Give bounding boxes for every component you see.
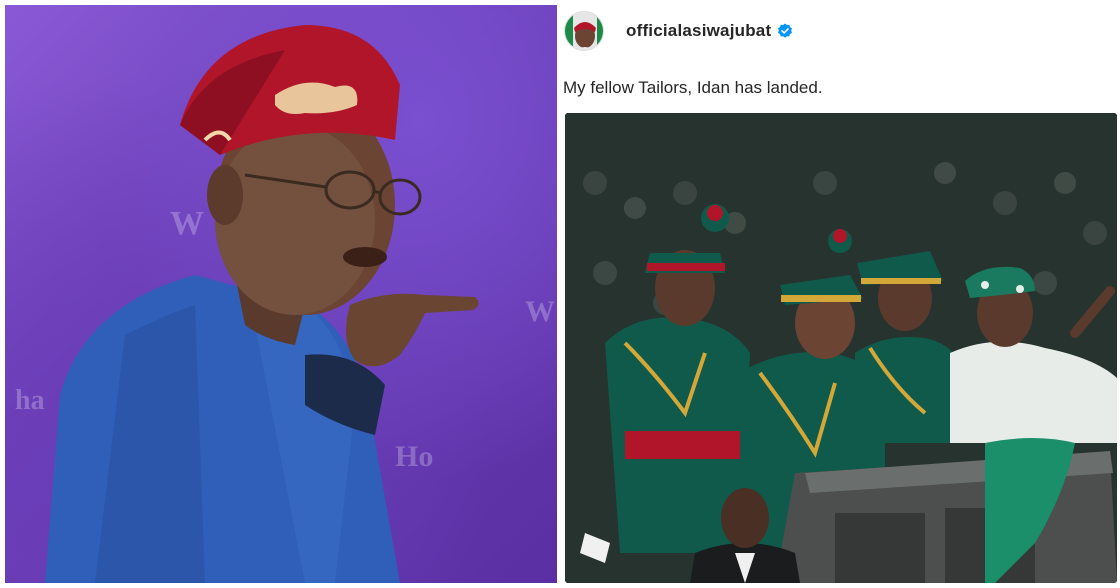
social-post: officialasiwajubat My fellow Tailors, Id… <box>560 0 1120 588</box>
portrait-photo: W ha Ho W <box>5 5 557 583</box>
avatar-image <box>565 12 603 50</box>
post-header: officialasiwajubat <box>564 8 1104 54</box>
post-caption: My fellow Tailors, Idan has landed. <box>563 78 823 97</box>
username[interactable]: officialasiwajubat <box>626 21 771 41</box>
post-photo[interactable] <box>565 113 1117 583</box>
avatar[interactable] <box>564 11 604 51</box>
image-collage: W ha Ho W officialasiwajubat My fellow T… <box>0 0 1120 588</box>
parade-illustration <box>565 113 1117 583</box>
portrait-illustration <box>45 25 479 583</box>
verified-badge-icon <box>777 23 793 39</box>
